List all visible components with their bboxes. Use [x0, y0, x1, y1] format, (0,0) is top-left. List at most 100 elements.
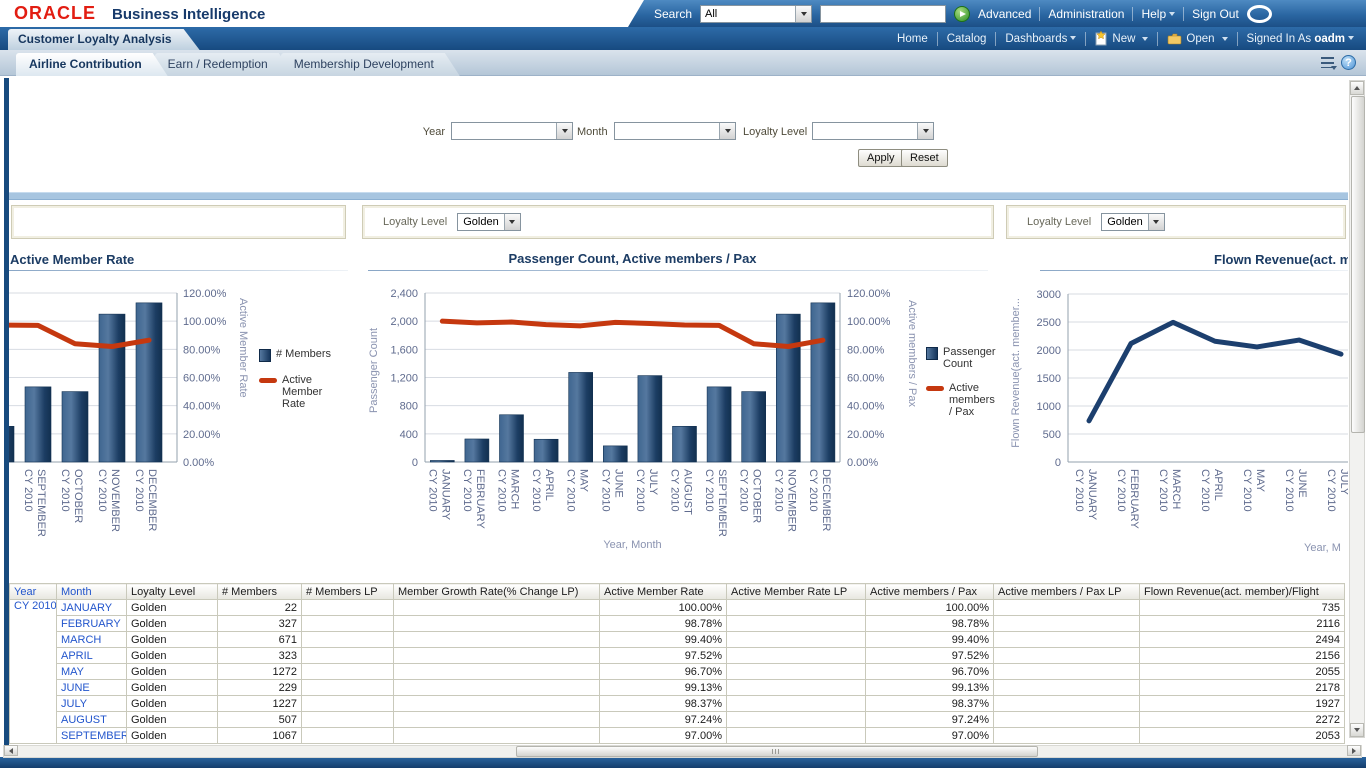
page-tab-strip: Airline ContributionEarn / RedemptionMem…	[0, 50, 1366, 76]
help-icon[interactable]: ?	[1341, 55, 1356, 70]
bar	[430, 460, 454, 462]
flown-revenue-chart: 300025002000150010005000CY 2010JANUARYCY…	[1004, 202, 1348, 576]
category-label: CY 2010	[1325, 469, 1337, 512]
bar	[465, 439, 489, 462]
table-cell: 1067	[218, 728, 302, 744]
month-filter-select[interactable]	[614, 122, 736, 140]
table-cell	[727, 728, 866, 744]
horizontal-scrollbar[interactable]	[3, 745, 1362, 758]
table-row: MARCHGolden67199.40%99.40%2494	[10, 632, 1345, 648]
table-cell: 98.78%	[600, 616, 727, 632]
advanced-link[interactable]: Advanced	[978, 7, 1031, 21]
reset-button[interactable]: Reset	[901, 149, 948, 167]
page-options-icon[interactable]	[1321, 57, 1334, 68]
search-go-icon[interactable]	[954, 6, 970, 22]
sign-out-link[interactable]: Sign Out	[1192, 7, 1239, 21]
scroll-left-icon[interactable]	[4, 745, 18, 756]
drill-link-cell[interactable]: JULY	[57, 696, 127, 712]
signed-in-as[interactable]: Signed In As oadm	[1247, 33, 1354, 45]
scroll-up-icon[interactable]	[1350, 81, 1364, 95]
vertical-scroll-thumb[interactable]	[1351, 96, 1365, 433]
table-cell	[394, 680, 600, 696]
page-toolbar-icons: ?	[1321, 55, 1356, 70]
apply-button[interactable]: Apply	[858, 149, 904, 167]
table-cell: 2156	[1140, 648, 1345, 664]
drill-link-cell[interactable]: FEBRUARY	[57, 616, 127, 632]
user-name: oadm	[1314, 33, 1345, 45]
category-label: OCTOBER	[72, 469, 84, 523]
table-cell	[302, 616, 394, 632]
category-label: DECEMBER	[820, 469, 832, 531]
bar	[742, 392, 766, 462]
dashboards-menu[interactable]: Dashboards	[1005, 33, 1076, 45]
horizontal-scroll-thumb[interactable]	[516, 746, 1038, 757]
category-label: CY 2010	[496, 469, 508, 512]
chevron-down-icon[interactable]	[917, 123, 933, 139]
chevron-down-icon[interactable]	[795, 6, 811, 22]
tab-earn-redemption[interactable]: Earn / Redemption	[155, 53, 294, 76]
administration-link[interactable]: Administration	[1048, 7, 1124, 21]
tab-membership-development[interactable]: Membership Development	[281, 53, 460, 76]
drill-link-cell[interactable]: SEPTEMBER	[57, 728, 127, 744]
drill-link-cell[interactable]: MAY	[57, 664, 127, 680]
year-filter-select[interactable]	[451, 122, 573, 140]
table-cell: 2272	[1140, 712, 1345, 728]
bar-swatch-icon	[926, 347, 938, 360]
table-row: APRILGolden32397.52%97.52%2156	[10, 648, 1345, 664]
chevron-down-icon	[1169, 12, 1175, 16]
table-cell	[394, 600, 600, 616]
drill-link-cell[interactable]: AUGUST	[57, 712, 127, 728]
category-label: CY 2010	[461, 469, 473, 512]
help-menu[interactable]: Help	[1141, 7, 1175, 21]
table-cell	[727, 696, 866, 712]
table-cell: Golden	[127, 664, 218, 680]
new-menu[interactable]: New	[1095, 31, 1148, 46]
drill-link-cell[interactable]: CY 2010	[10, 600, 57, 744]
left-axis-title: Flown Revenue(act. member...	[1010, 298, 1022, 448]
category-label: CY 2010	[1199, 469, 1211, 512]
drill-link-cell[interactable]: JUNE	[57, 680, 127, 696]
scroll-down-icon[interactable]	[1350, 723, 1364, 737]
table-cell: 735	[1140, 600, 1345, 616]
open-menu[interactable]: Open	[1167, 33, 1227, 45]
column-header-active-member-rate-lp: Active Member Rate LP	[727, 584, 866, 600]
axis-tick-label: 1,600	[390, 344, 418, 356]
search-input[interactable]	[820, 5, 946, 23]
bar	[776, 314, 800, 462]
panel-active-member-rate: Active Member Rate 120.00%100.00%80.00%6…	[9, 202, 348, 576]
table-cell	[994, 632, 1140, 648]
table-cell: 98.78%	[866, 616, 994, 632]
search-scope-select[interactable]: All	[700, 5, 812, 23]
table-row: JUNEGolden22999.13%99.13%2178	[10, 680, 1345, 696]
line-swatch-icon	[259, 378, 277, 383]
drill-link-cell[interactable]: JANUARY	[57, 600, 127, 616]
chevron-down-icon[interactable]	[719, 123, 735, 139]
table-cell	[994, 664, 1140, 680]
drill-link-cell[interactable]: APRIL	[57, 648, 127, 664]
chevron-down-icon[interactable]	[556, 123, 572, 139]
table-cell: 229	[218, 680, 302, 696]
column-header--members: # Members	[218, 584, 302, 600]
table-cell	[302, 632, 394, 648]
table-cell	[994, 600, 1140, 616]
passenger-count-chart: 2,400120.00%2,000100.00%1,60080.00%1,200…	[360, 202, 996, 576]
table-cell: 2055	[1140, 664, 1345, 680]
table-cell: 100.00%	[866, 600, 994, 616]
dashboard-tab-customer-loyalty-analysis[interactable]: Customer Loyalty Analysis	[8, 29, 200, 50]
divider	[1157, 32, 1158, 46]
catalog-link[interactable]: Catalog	[947, 33, 987, 45]
scroll-right-icon[interactable]	[1347, 745, 1361, 756]
loyalty-filter-select[interactable]	[812, 122, 934, 140]
home-link[interactable]: Home	[897, 33, 928, 45]
category-label: CY 2010	[703, 469, 715, 512]
line-swatch-icon	[926, 386, 944, 391]
tab-airline-contribution[interactable]: Airline Contribution	[16, 53, 168, 76]
vertical-scrollbar[interactable]	[1349, 80, 1365, 738]
drill-link-cell[interactable]: MARCH	[57, 632, 127, 648]
column-header-month[interactable]: Month	[57, 584, 127, 600]
page-tabs: Airline ContributionEarn / RedemptionMem…	[16, 53, 447, 76]
column-header-year[interactable]: Year	[10, 584, 57, 600]
axis-tick-label: 60.00%	[183, 373, 221, 385]
table-cell: Golden	[127, 616, 218, 632]
legend-item: Passenger Count	[926, 346, 992, 370]
